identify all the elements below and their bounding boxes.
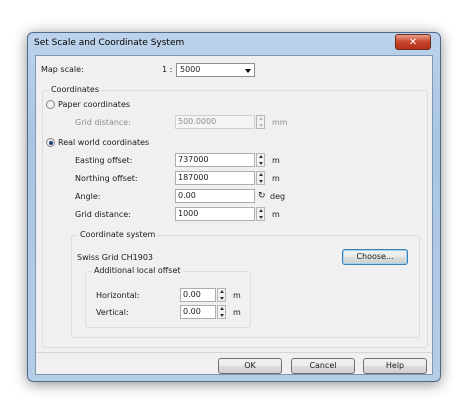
paper-grid-distance-stepper[interactable] — [256, 115, 265, 129]
grid-distance-label: Grid distance: — [75, 210, 131, 219]
northing-offset-input[interactable]: 187000 — [175, 171, 255, 185]
help-button[interactable]: Help — [363, 358, 427, 374]
real-world-coordinates-label: Real world coordinates — [58, 138, 150, 147]
paper-grid-distance-label: Grid distance: — [75, 118, 131, 127]
ok-button[interactable]: OK — [218, 358, 282, 374]
northing-offset-unit: m — [272, 174, 280, 183]
grid-distance-input[interactable]: 1000 — [175, 207, 255, 221]
window-title: Set Scale and Coordinate System — [34, 38, 185, 48]
horizontal-offset-stepper[interactable] — [217, 288, 226, 302]
horizontal-offset-unit: m — [233, 291, 241, 300]
map-scale-prefix: 1 : — [162, 65, 173, 74]
grid-distance-stepper[interactable] — [256, 207, 265, 221]
easting-offset-stepper[interactable] — [256, 153, 265, 167]
help-button-label: Help — [385, 361, 405, 370]
map-scale-select[interactable]: 5000 — [176, 63, 255, 77]
paper-grid-distance-input[interactable]: 500.0000 — [175, 115, 255, 129]
coordinate-system-title: Coordinate system — [78, 230, 158, 240]
paper-coordinates-radio[interactable] — [46, 100, 55, 109]
easting-offset-input[interactable]: 737000 — [175, 153, 255, 167]
chevron-down-icon — [245, 69, 251, 73]
cancel-button[interactable]: Cancel — [291, 358, 355, 374]
dialog-body: Map scale: 1 : 5000 Coordinates Paper co… — [35, 55, 433, 375]
vertical-offset-stepper[interactable] — [217, 305, 226, 319]
vertical-offset-input[interactable]: 0.00 — [180, 305, 216, 319]
local-offset-title: Additional local offset — [92, 266, 183, 276]
coordinates-group-title: Coordinates — [49, 85, 102, 95]
easting-offset-unit: m — [272, 156, 280, 165]
northing-offset-stepper[interactable] — [256, 171, 265, 185]
angle-unit: deg — [270, 192, 286, 201]
close-icon: ✕ — [408, 36, 418, 48]
choose-button[interactable]: Choose... — [342, 249, 408, 265]
button-bar-divider — [36, 352, 432, 353]
cancel-button-label: Cancel — [309, 361, 337, 370]
coordinate-system-name: Swiss Grid CH1903 — [77, 253, 154, 262]
ok-button-label: OK — [244, 361, 256, 370]
angle-input[interactable]: 0.00 — [175, 189, 255, 203]
map-scale-label: Map scale: — [41, 65, 84, 74]
angle-label: Angle: — [75, 192, 101, 201]
map-scale-value: 5000 — [180, 65, 201, 74]
horizontal-offset-label: Horizontal: — [96, 291, 140, 300]
choose-button-label: Choose... — [356, 252, 394, 261]
paper-grid-distance-unit: mm — [272, 118, 288, 127]
vertical-offset-unit: m — [233, 308, 241, 317]
dialog-window: Set Scale and Coordinate System ✕ Map sc… — [27, 32, 441, 382]
title-bar[interactable]: Set Scale and Coordinate System ✕ — [28, 33, 440, 55]
vertical-offset-label: Vertical: — [96, 308, 129, 317]
rotate-icon[interactable]: ↻ — [258, 191, 266, 201]
paper-coordinates-label: Paper coordinates — [58, 100, 131, 109]
real-world-coordinates-radio[interactable] — [46, 138, 55, 147]
close-button[interactable]: ✕ — [395, 34, 431, 50]
horizontal-offset-input[interactable]: 0.00 — [180, 288, 216, 302]
easting-offset-label: Easting offset: — [75, 156, 133, 165]
grid-distance-unit: m — [272, 210, 280, 219]
northing-offset-label: Northing offset: — [75, 174, 138, 183]
